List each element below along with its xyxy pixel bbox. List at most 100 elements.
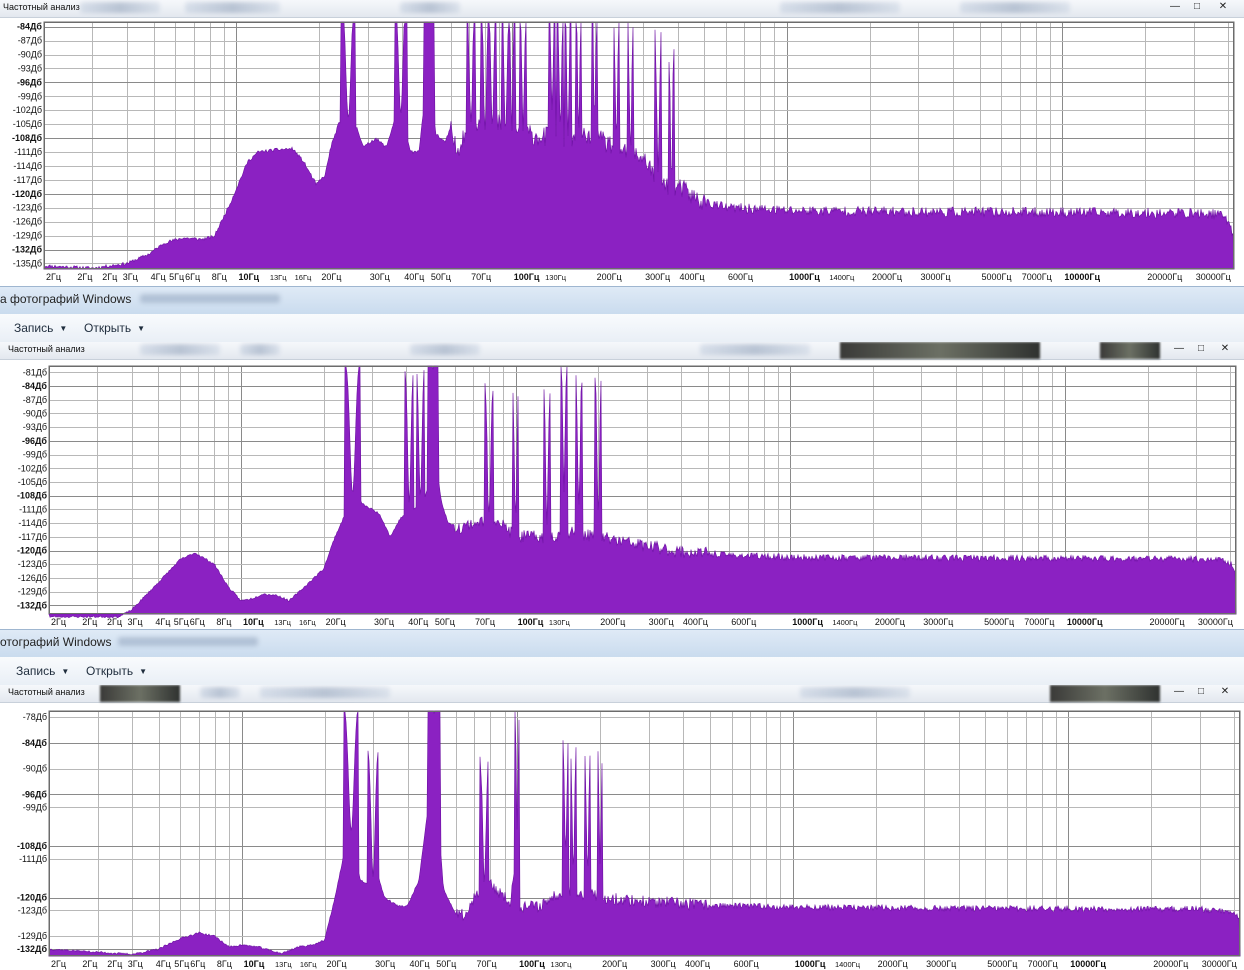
photo-viewer-menu-1: Запись ▼ Открыть ▼: [0, 314, 1244, 343]
x-tick-label: 300Гц: [645, 272, 670, 282]
x-tick-label: 400Гц: [685, 959, 710, 969]
window-title-bar[interactable]: Частотный анализ — □ ✕: [0, 342, 1244, 360]
y-tick-label: -129Дб: [13, 231, 42, 241]
x-tick-label: 600Гц: [731, 617, 756, 627]
dropdown-arrow-icon: ▼: [137, 324, 146, 333]
y-tick-label: -135Дб: [13, 258, 42, 268]
frequency-analysis-window-3: Частотный анализ — □ ✕ -78Дб -84Дб -90Дб -9…: [0, 685, 1244, 970]
x-tick-label: 130Гц: [551, 960, 573, 969]
x-tick-label: 10000Гц: [1070, 959, 1106, 969]
y-tick-label: -96Дб: [17, 77, 42, 87]
x-tick-label: 4Гц: [156, 959, 171, 969]
x-tick-label: 40Гц: [404, 272, 424, 282]
photo-viewer-titlebar-1: а фотографий Windows: [0, 286, 1244, 315]
x-tick-label: 50Гц: [431, 272, 451, 282]
x-tick-label: 300Гц: [649, 617, 674, 627]
y-tick-label: -108Дб: [17, 841, 47, 851]
x-tick-label: 20000Гц: [1150, 617, 1185, 627]
x-tick-label: 3000Гц: [926, 959, 956, 969]
x-tick-label: 4Гц: [155, 617, 170, 627]
x-tick-label: 6Гц: [190, 617, 205, 627]
x-tick-label: 5000Гц: [987, 959, 1017, 969]
window-title-bar[interactable]: Частотный анализ — □ ✕: [0, 0, 1244, 18]
x-tick-label: 5Гц: [174, 959, 189, 969]
close-icon[interactable]: ✕: [1212, 0, 1234, 14]
x-tick-label: 7000Гц: [1028, 959, 1058, 969]
y-tick-label: -102Дб: [13, 105, 42, 115]
x-tick-label: 30Гц: [375, 959, 395, 969]
y-tick-label: -78Дб: [23, 712, 47, 722]
y-tick-label: -132Дб: [17, 944, 47, 954]
x-tick-label: 2Гц: [46, 272, 61, 282]
x-tick-label: 20000Гц: [1153, 959, 1188, 969]
y-tick-label: -102Дб: [18, 463, 47, 473]
y-tick-label: -81Дб: [23, 367, 47, 377]
maximize-icon[interactable]: □: [1190, 342, 1212, 356]
x-tick-label: 1400Гц: [832, 618, 858, 627]
x-tick-label: 30Гц: [374, 617, 394, 627]
x-tick-label: 70Гц: [471, 272, 491, 282]
dropdown-arrow-icon: ▼: [139, 667, 148, 676]
minimize-icon[interactable]: —: [1164, 0, 1186, 14]
close-icon[interactable]: ✕: [1214, 342, 1236, 356]
x-tick-label: 600Гц: [728, 272, 753, 282]
photo-viewer-titlebar-2: отографий Windows: [0, 629, 1244, 658]
y-tick-label: -96Дб: [22, 789, 47, 799]
spectrum-chart-svg: -78Дб -84Дб -90Дб -96Дб -99Дб -108Дб -111Дб -12…: [17, 710, 1241, 969]
maximize-icon[interactable]: □: [1186, 0, 1208, 14]
x-tick-label: 2Гц: [82, 959, 97, 969]
menu-open[interactable]: Открыть ▼: [84, 321, 145, 335]
y-tick-label: -129Дб: [18, 931, 47, 941]
y-tick-label: -123Дб: [13, 203, 42, 213]
menu-record[interactable]: Запись ▼: [16, 664, 69, 678]
x-tick-label: 10Гц: [238, 272, 259, 282]
y-tick-label: -99Дб: [18, 91, 42, 101]
menu-open[interactable]: Открыть ▼: [86, 664, 147, 678]
y-tick-label: -132Дб: [17, 600, 47, 610]
y-tick-label: -90Дб: [23, 764, 47, 774]
x-tick-label: 6Гц: [185, 272, 200, 282]
x-tick-label: 2Гц: [51, 959, 66, 969]
x-tick-label: 400Гц: [680, 272, 705, 282]
frequency-analysis-window-1: Частотный анализ — □ ✕ -84Дб -87Дб -90Дб -9…: [0, 0, 1244, 286]
x-tick-label: 1400Гц: [829, 273, 855, 282]
x-tick-label: 20Гц: [321, 272, 341, 282]
photo-viewer-menu-2: Запись ▼ Открыть ▼: [0, 657, 1244, 686]
maximize-icon[interactable]: □: [1190, 685, 1212, 699]
y-tick-label: -108Дб: [12, 133, 42, 143]
menu-record[interactable]: Запись ▼: [14, 321, 67, 335]
minimize-icon[interactable]: —: [1168, 342, 1190, 356]
y-tick-label: -93Дб: [18, 63, 42, 73]
x-tick-label: 3000Гц: [923, 617, 953, 627]
x-tick-label: 30000Гц: [1202, 959, 1237, 969]
close-icon[interactable]: ✕: [1214, 685, 1236, 699]
x-tick-label: 1400Гц: [835, 960, 861, 969]
x-tick-label: 5000Гц: [984, 617, 1014, 627]
x-tick-label: 70Гц: [476, 959, 496, 969]
y-tick-label: -132Дб: [12, 245, 42, 255]
x-tick-label: 3Гц: [128, 617, 143, 627]
minimize-icon[interactable]: —: [1168, 685, 1190, 699]
x-tick-label: 1000Гц: [789, 272, 820, 282]
y-tick-label: -129Дб: [18, 587, 47, 597]
x-tick-label: 2Гц: [102, 272, 117, 282]
x-tick-label: 3Гц: [128, 959, 143, 969]
x-tick-label: 200Гц: [597, 272, 622, 282]
x-tick-label: 2Гц: [107, 959, 122, 969]
x-tick-label: 100Гц: [514, 272, 540, 282]
x-tick-label: 100Гц: [518, 617, 544, 627]
x-tick-label: 2Гц: [82, 617, 97, 627]
y-tick-label: -105Дб: [18, 477, 47, 487]
y-tick-label: -96Дб: [22, 436, 47, 446]
y-tick-label: -111Дб: [19, 854, 47, 864]
y-tick-label: -120Дб: [17, 893, 47, 903]
y-tick-label: -117Дб: [13, 175, 42, 185]
x-tick-label: 10Гц: [244, 959, 265, 969]
x-tick-label: 2000Гц: [878, 959, 908, 969]
window-title: Частотный анализ: [8, 687, 85, 697]
window-title-bar[interactable]: Частотный анализ — □ ✕: [0, 685, 1244, 703]
x-tick-label: 4Гц: [151, 272, 166, 282]
window-title: Частотный анализ: [8, 344, 85, 354]
y-tick-label: -123Дб: [18, 905, 47, 915]
x-tick-label: 20000Гц: [1147, 272, 1182, 282]
